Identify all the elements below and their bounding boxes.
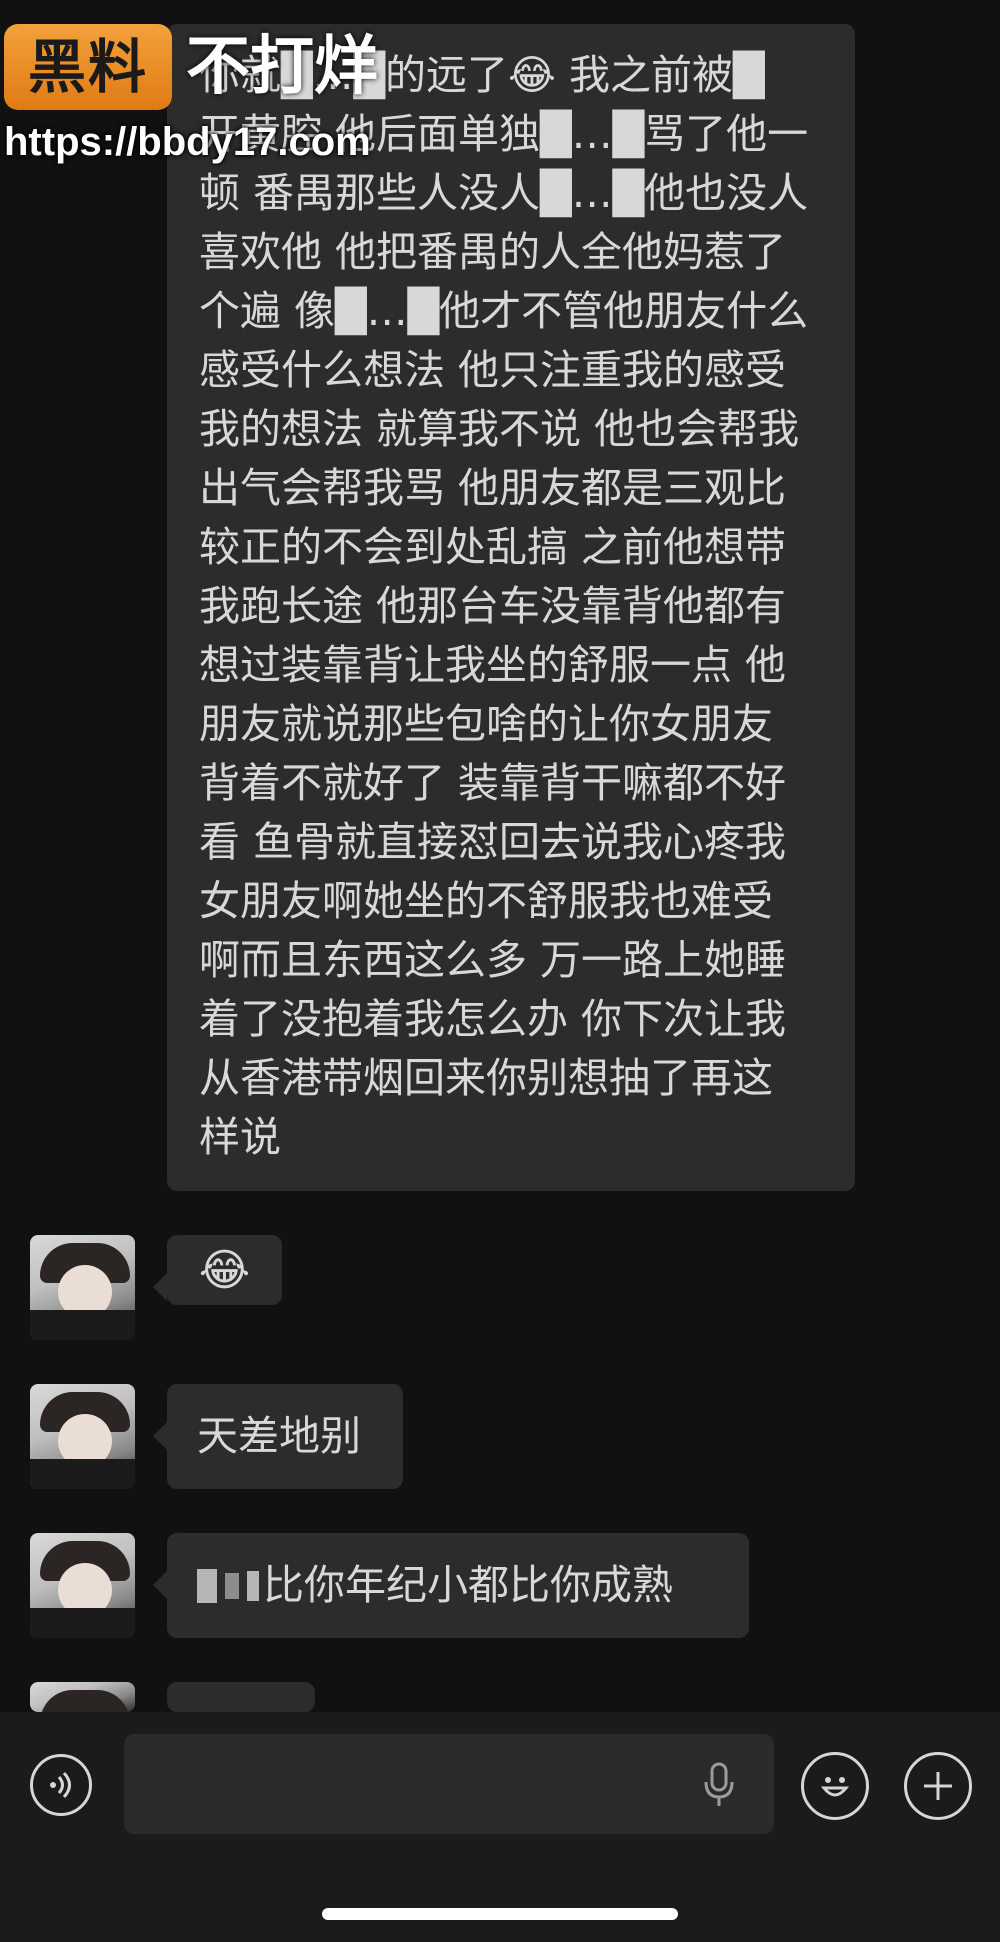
message-line: 女朋友啊她坐的不舒服我也难受	[199, 877, 773, 925]
message-bubble-short[interactable]: 比你年纪小都比你成熟	[153, 1533, 749, 1638]
mic-icon[interactable]	[702, 1762, 736, 1808]
message-line: 感受什么想法 他只注重我的感受	[199, 346, 787, 394]
input-bar	[0, 1712, 1000, 1942]
message-line: 顿 番禺那些人没人█…█他也没人	[199, 169, 809, 217]
message-line: 从香港带烟回来你别想抽了再这	[199, 1054, 773, 1102]
message-bubble-emoji[interactable]: 😂	[153, 1235, 282, 1305]
message-line: 较正的不会到处乱搞 之前他想带	[199, 523, 787, 571]
watermark-title: 不打烊	[186, 30, 378, 104]
message-line: 朋友就说那些包啥的让你女朋友	[199, 700, 773, 748]
emoji-icon[interactable]	[801, 1752, 869, 1820]
message-line: 背着不就好了 装靠背干嘛都不好	[199, 759, 787, 807]
pixelated-mosaic	[247, 1570, 259, 1601]
home-indicator[interactable]	[322, 1908, 678, 1920]
avatar[interactable]	[30, 1384, 135, 1489]
voice-icon[interactable]	[30, 1754, 92, 1816]
message-line: 出气会帮我骂 他朋友都是三观比	[199, 464, 787, 512]
avatar[interactable]	[30, 1235, 135, 1340]
message-line: 着了没抱着我怎么办 你下次让我	[199, 995, 787, 1043]
message-line: 啊而且东西这么多 万一路上她睡	[199, 936, 787, 984]
pixelated-mosaic	[225, 1572, 239, 1599]
message-line: 喜欢他 他把番禺的人全他妈惹了	[199, 228, 787, 276]
avatar[interactable]	[30, 1533, 135, 1638]
laugh-emoji: 😂	[198, 1244, 251, 1296]
message-line: 看 鱼骨就直接怼回去说我心疼我	[199, 818, 787, 866]
message-input[interactable]	[124, 1734, 774, 1834]
message-line: 我的想法 就算我不说 他也会帮我	[199, 405, 800, 453]
message-bubble-partial[interactable]	[167, 1682, 315, 1712]
pixelated-mosaic	[197, 1568, 217, 1603]
message-text: 比你年纪小都比你成熟	[263, 1561, 673, 1609]
plus-icon[interactable]	[904, 1752, 972, 1820]
watermark-logo: 黑料	[4, 24, 172, 110]
message-line: 想过装靠背让我坐的舒服一点 他	[199, 641, 787, 689]
message-line: 个遍 像█…█他才不管他朋友什么	[199, 287, 809, 335]
message-bubble-short[interactable]: 天差地别	[153, 1384, 403, 1489]
message-text: 天差地别	[197, 1412, 361, 1460]
message-line: 样说	[199, 1113, 281, 1161]
message-line: 我跑长途 他那台车没靠背他都有	[199, 582, 787, 630]
avatar[interactable]	[30, 1682, 135, 1712]
chat-area[interactable]: 你就█…█的远了😂 我之前被█ 开黄腔 他后面单独█…█骂了他一 顿 番禺那些人…	[0, 0, 1000, 1712]
message-bubble-long[interactable]: 你就█…█的远了😂 我之前被█ 开黄腔 他后面单独█…█骂了他一 顿 番禺那些人…	[167, 24, 855, 1191]
watermark-url: https://bbdy17.com	[4, 120, 371, 164]
